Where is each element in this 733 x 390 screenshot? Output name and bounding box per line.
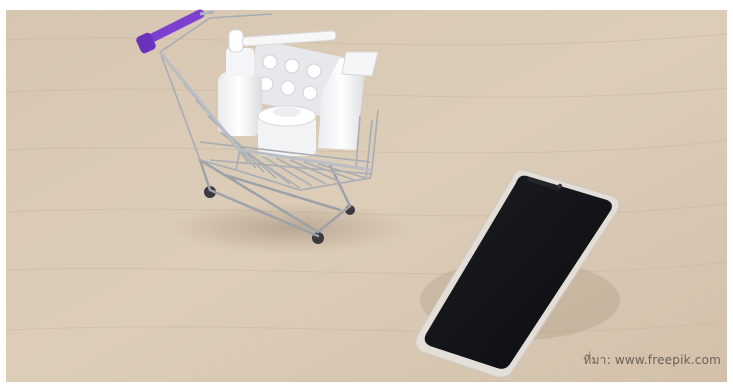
product-photo: [0, 0, 733, 390]
photo-credit: ที่มา: www.freepik.com: [583, 353, 721, 367]
medicine-jar: [257, 105, 317, 156]
